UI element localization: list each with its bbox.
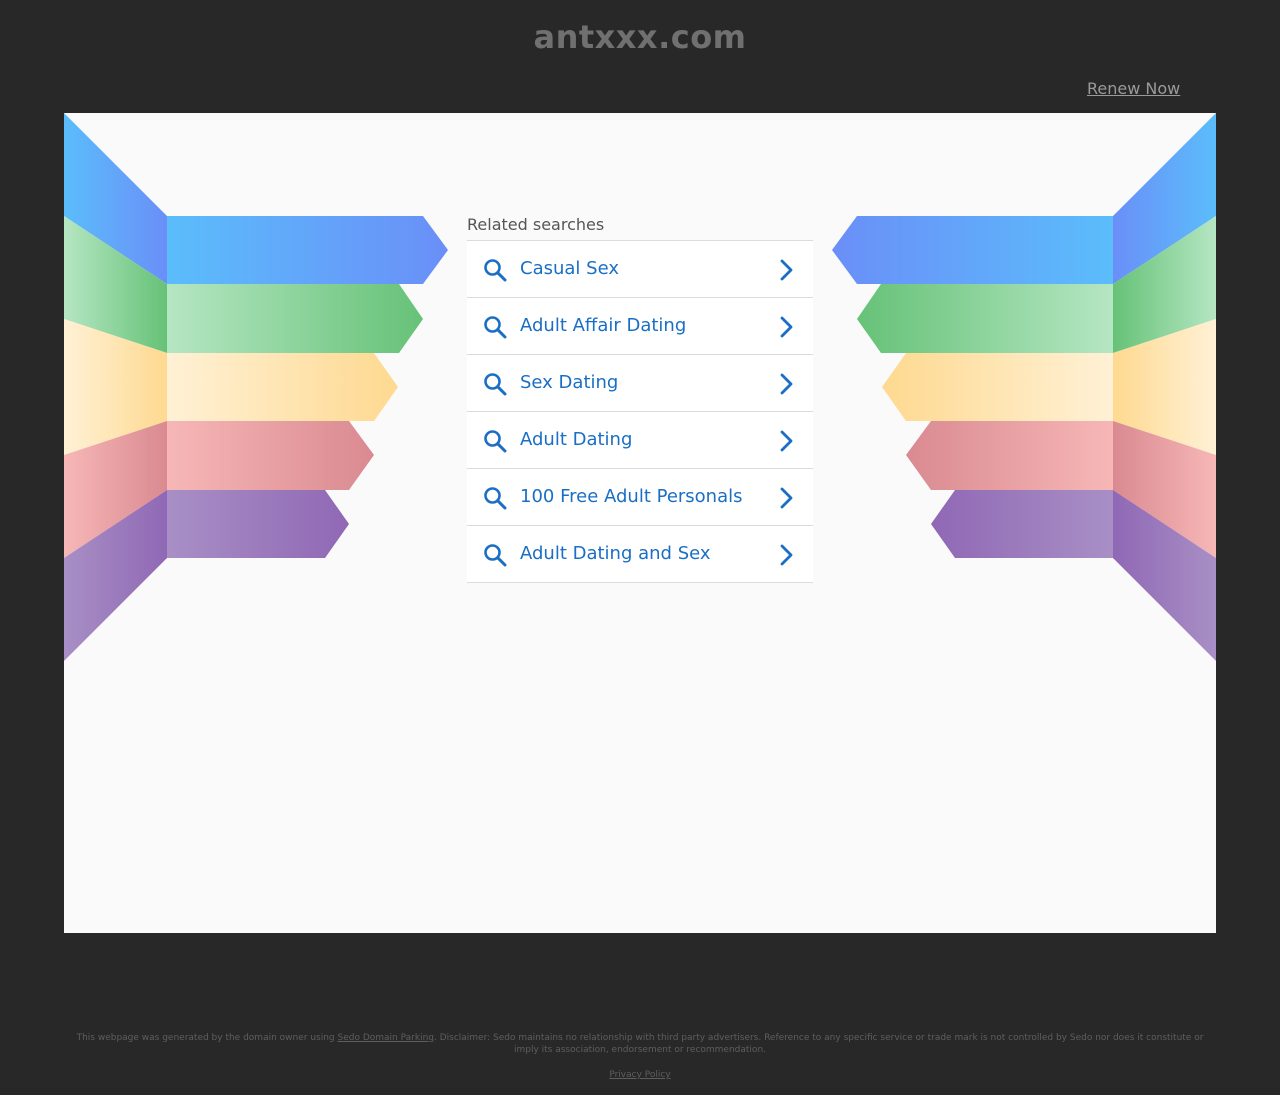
search-item-label: 100 Free Adult Personals <box>520 486 743 507</box>
search-icon <box>484 544 507 567</box>
sedo-parking-link[interactable]: Sedo Domain Parking <box>338 1033 434 1043</box>
renew-now-link[interactable]: Renew Now <box>1087 79 1180 98</box>
privacy-policy-link[interactable]: Privacy Policy <box>0 1070 1280 1080</box>
chevron-right-icon <box>780 487 793 509</box>
chevron-right-icon <box>780 430 793 452</box>
search-item-label: Sex Dating <box>520 372 619 393</box>
related-searches: Related searches Casual Sex Adult Affair… <box>467 216 813 583</box>
footer-text-after: . Disclaimer: Sedo maintains no relation… <box>433 1033 1204 1055</box>
chevron-right-icon <box>780 316 793 338</box>
search-item-label: Adult Affair Dating <box>520 315 687 336</box>
search-item-label: Adult Dating <box>520 429 633 450</box>
footer-text-before: This webpage was generated by the domain… <box>76 1033 338 1043</box>
search-item[interactable]: Adult Dating <box>467 412 813 469</box>
chevron-right-icon <box>780 259 793 281</box>
search-icon <box>484 430 507 453</box>
footer-disclaimer: This webpage was generated by the domain… <box>64 1032 1216 1056</box>
chevron-right-icon <box>780 373 793 395</box>
search-icon <box>484 259 507 282</box>
search-item-label: Adult Dating and Sex <box>520 543 711 564</box>
search-item[interactable]: 100 Free Adult Personals <box>467 469 813 526</box>
search-item[interactable]: Casual Sex <box>467 241 813 298</box>
search-item[interactable]: Adult Affair Dating <box>467 298 813 355</box>
search-item-label: Casual Sex <box>520 258 619 279</box>
main-panel: Related searches Casual Sex Adult Affair… <box>64 113 1216 933</box>
search-icon <box>484 373 507 396</box>
search-icon <box>484 316 507 339</box>
search-item[interactable]: Sex Dating <box>467 355 813 412</box>
chevron-right-icon <box>780 544 793 566</box>
domain-title: antxxx.com <box>533 18 747 56</box>
search-icon <box>484 487 507 510</box>
search-item[interactable]: Adult Dating and Sex <box>467 526 813 583</box>
related-searches-heading: Related searches <box>467 216 813 241</box>
